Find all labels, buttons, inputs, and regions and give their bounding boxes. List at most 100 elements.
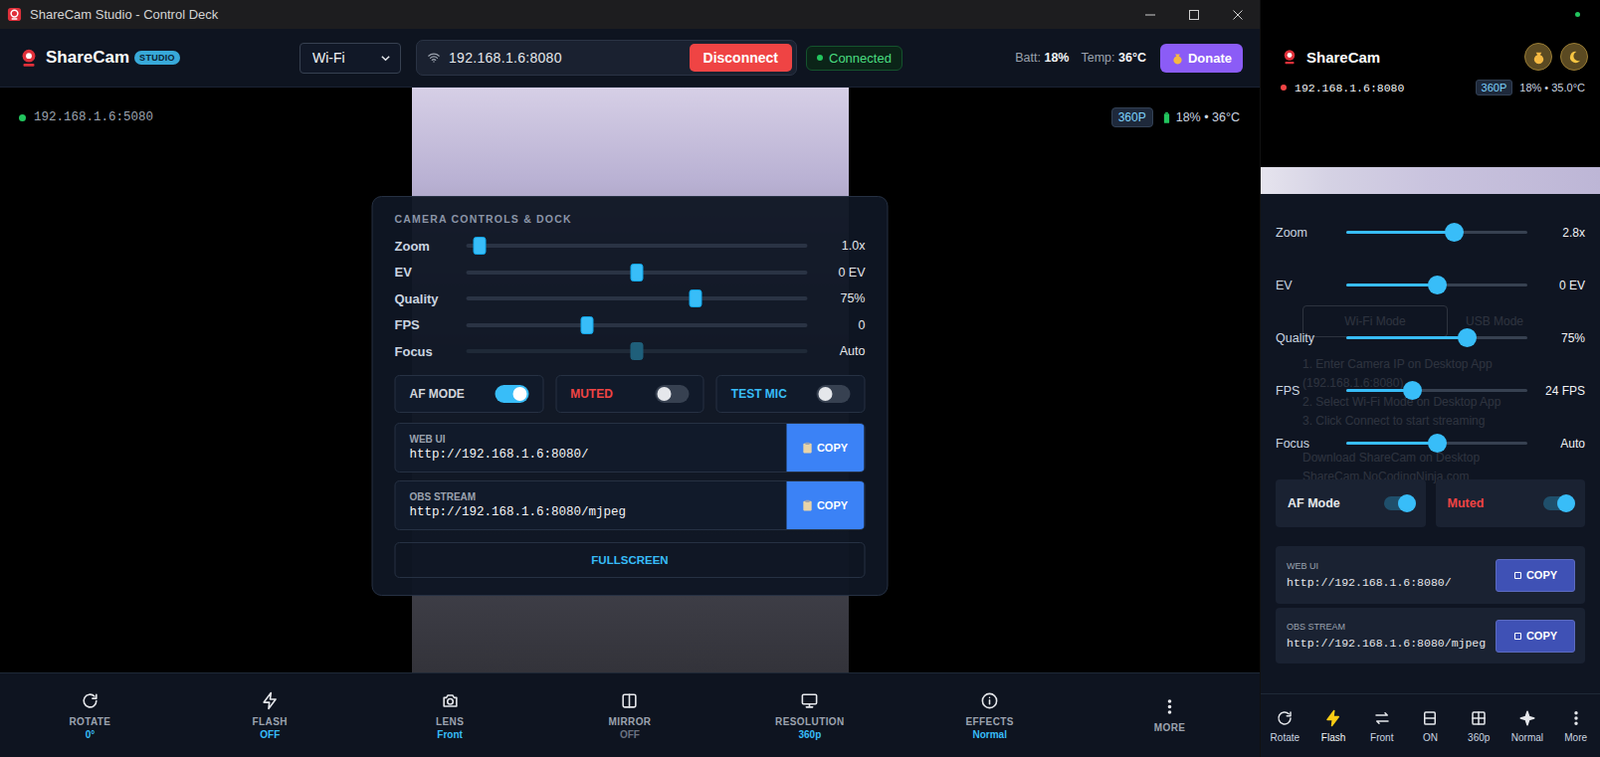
toolbar-label: MIRROR bbox=[608, 716, 652, 728]
toggle-label: AF Mode bbox=[1287, 496, 1341, 511]
slider-thumb[interactable] bbox=[1444, 222, 1464, 242]
screen: ShareCam Studio - Control DeckShareCamST… bbox=[0, 0, 1600, 757]
toolbar-button[interactable]: ROTATE0° bbox=[0, 673, 181, 757]
toggle-card: Muted bbox=[1435, 479, 1587, 528]
copy-button[interactable]: COPY bbox=[787, 423, 865, 472]
nav-label: Flash bbox=[1321, 732, 1346, 744]
title-bar: ShareCam Studio - Control Deck bbox=[0, 0, 1260, 29]
slider-thumb[interactable] bbox=[472, 236, 486, 255]
phone-controls: Wi-Fi ModeUSB Mode1. Enter Camera IP on … bbox=[1260, 194, 1600, 694]
slider-label: Quality bbox=[1275, 331, 1347, 346]
phone-header: ShareCam192.168.1.6:8080360P18% • 35.0°C bbox=[1260, 0, 1600, 168]
link-url[interactable]: http://192.168.1.6:8080/ bbox=[409, 447, 774, 462]
slider-thumb[interactable] bbox=[689, 289, 703, 308]
mode-tab: Wi-Fi Mode bbox=[1302, 305, 1448, 338]
source-address: 192.168.1.6:5080 bbox=[33, 110, 154, 125]
toolbar-button[interactable]: RESOLUTION360p bbox=[719, 673, 900, 757]
toggle-row: AF Mode Muted bbox=[1275, 479, 1586, 528]
slider-value: 24 FPS bbox=[1527, 384, 1586, 399]
nav-button[interactable]: Front bbox=[1357, 694, 1406, 757]
link-field: OBS STREAMhttp://192.168.1.6:8080/mjpeg C… bbox=[1275, 607, 1586, 664]
slider-track[interactable] bbox=[1346, 389, 1528, 393]
link-url[interactable]: http://192.168.1.6:8080/mjpeg bbox=[1286, 636, 1486, 650]
address-field[interactable]: 192.168.1.6:8080Disconnect bbox=[415, 39, 798, 76]
nav-button[interactable]: Flash bbox=[1309, 694, 1359, 757]
link-text: OBS STREAMhttp://192.168.1.6:8080/mjpeg bbox=[1286, 621, 1486, 650]
info-icon bbox=[980, 691, 1000, 711]
slider-track[interactable] bbox=[1346, 230, 1528, 234]
toolbar-button[interactable]: MIRROROFF bbox=[540, 673, 721, 757]
slider-track[interactable] bbox=[1346, 283, 1528, 287]
moon-icon bbox=[1567, 49, 1583, 65]
fullscreen-button[interactable]: FULLSCREEN bbox=[395, 542, 866, 579]
phone-control-list: Zoom2.8xEV0 EVQuality75%FPS24 FPSFocusAu… bbox=[1275, 205, 1586, 664]
toggle-switch[interactable] bbox=[1543, 496, 1574, 511]
slider-fill bbox=[1346, 336, 1467, 340]
nav-button[interactable]: Normal bbox=[1503, 694, 1553, 757]
copy-button[interactable]: COPY bbox=[787, 481, 865, 530]
copy-button[interactable]: COPY bbox=[1495, 619, 1576, 653]
slider-track[interactable] bbox=[466, 323, 808, 328]
toggle-switch[interactable] bbox=[816, 385, 851, 403]
link-field: OBS STREAMhttp://192.168.1.6:8080/mjpegC… bbox=[395, 480, 866, 531]
link-text: WEB UIhttp://192.168.1.6:8080/ bbox=[396, 423, 788, 472]
connection-type-dropdown[interactable]: Wi-Fi bbox=[299, 42, 401, 74]
toolbar-button[interactable]: EFFECTSNormal bbox=[899, 673, 1080, 757]
slider-fill bbox=[1346, 441, 1437, 445]
nav-button[interactable]: Rotate bbox=[1260, 694, 1310, 757]
link-text: WEB UI http://192.168.1.6:8080/ bbox=[1286, 561, 1452, 590]
toggle-switch[interactable] bbox=[1384, 496, 1414, 511]
toggle-switch[interactable] bbox=[655, 385, 690, 403]
slider-value: 75% bbox=[807, 291, 866, 306]
slider-row: FPS24 FPS bbox=[1275, 364, 1586, 417]
status-text: Connected bbox=[828, 50, 892, 66]
slider-fill bbox=[1346, 283, 1437, 287]
toolbar-button[interactable]: MORE bbox=[1079, 673, 1260, 757]
slider-thumb[interactable] bbox=[630, 263, 644, 282]
slider-thumb[interactable] bbox=[1457, 328, 1477, 348]
link-url[interactable]: http://192.168.1.6:8080/mjpeg bbox=[409, 505, 774, 520]
window-title: ShareCam Studio - Control Deck bbox=[29, 6, 218, 22]
toolbar-label: EFFECTS bbox=[966, 716, 1014, 728]
battery-stat: Batt: 18% bbox=[1014, 50, 1069, 65]
slider-track[interactable] bbox=[466, 270, 808, 275]
slider-thumb[interactable] bbox=[581, 316, 595, 335]
copy-icon bbox=[1513, 631, 1523, 641]
link-url[interactable]: http://192.168.1.6:8080/ bbox=[1286, 576, 1452, 590]
maximize-icon[interactable] bbox=[1172, 0, 1216, 29]
slider-track[interactable] bbox=[466, 243, 808, 248]
slider-track[interactable] bbox=[1346, 336, 1528, 340]
donate-button[interactable] bbox=[1524, 42, 1553, 71]
close-icon[interactable] bbox=[1215, 0, 1260, 29]
slider-thumb[interactable] bbox=[1427, 275, 1447, 295]
theme-button[interactable] bbox=[1560, 42, 1589, 71]
nav-button[interactable]: More bbox=[1551, 694, 1600, 757]
slider-row: FocusAuto bbox=[395, 338, 866, 366]
stream-stats: 18% • 36°C bbox=[1176, 110, 1240, 125]
switch-knob bbox=[1398, 494, 1416, 513]
slider-track[interactable] bbox=[466, 296, 808, 301]
toolbar-button[interactable]: FLASHOFF bbox=[180, 673, 361, 757]
flash-icon bbox=[1324, 709, 1343, 728]
slider-thumb[interactable] bbox=[1427, 433, 1447, 453]
slider-value: Auto bbox=[1527, 436, 1586, 451]
minimize-icon[interactable] bbox=[1128, 0, 1173, 29]
copy-button[interactable]: COPY bbox=[1495, 559, 1576, 593]
donate-button[interactable]: Donate bbox=[1160, 43, 1243, 73]
toggle-row: AF MODEMUTEDTEST MIC bbox=[395, 375, 866, 413]
copy-label: COPY bbox=[1526, 629, 1558, 642]
nav-button[interactable]: 360p bbox=[1454, 694, 1504, 757]
toggle-switch[interactable] bbox=[494, 385, 529, 403]
app-logo-icon bbox=[6, 6, 22, 22]
toolbar-button[interactable]: LENSFront bbox=[360, 673, 541, 757]
desktop-window: ShareCam Studio - Control DeckShareCamST… bbox=[0, 0, 1260, 757]
nav-button[interactable]: ON bbox=[1405, 694, 1455, 757]
disconnect-button[interactable]: Disconnect bbox=[689, 43, 793, 72]
slider-thumb[interactable] bbox=[1402, 381, 1422, 400]
slider-label: Zoom bbox=[1275, 225, 1347, 240]
money-bag-icon bbox=[1531, 49, 1547, 65]
link-label: WEB UI bbox=[1286, 561, 1452, 572]
slider-track[interactable] bbox=[1346, 441, 1528, 445]
switch-knob bbox=[657, 387, 672, 401]
status-dot bbox=[1280, 84, 1287, 91]
